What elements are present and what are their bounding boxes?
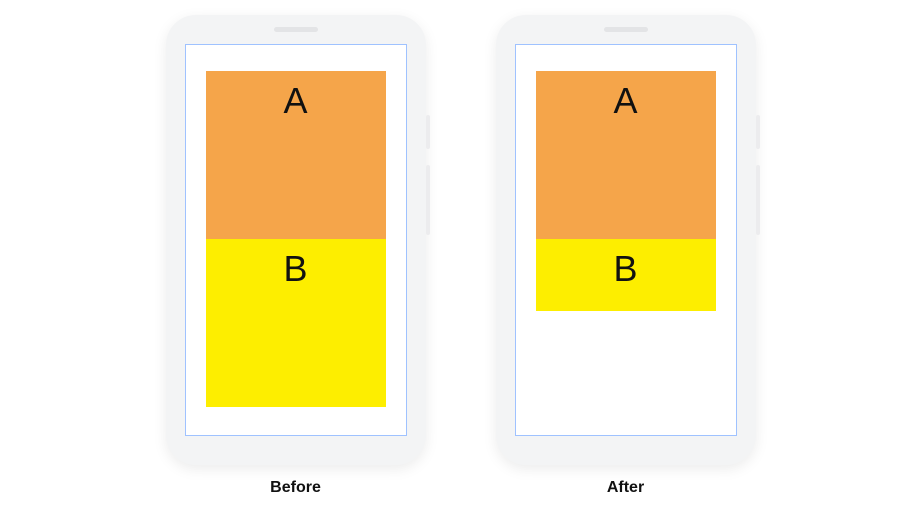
volume-button-icon: [426, 165, 430, 235]
after-group: A B After: [496, 15, 756, 497]
diagram-stage: A B Before A B After: [0, 0, 921, 511]
block-b-after: B: [536, 239, 716, 311]
block-a-after: A: [536, 71, 716, 239]
phone-screen-before: A B: [185, 44, 407, 436]
phone-screen-after: A B: [515, 44, 737, 436]
power-button-icon: [426, 115, 430, 149]
block-a-before: A: [206, 71, 386, 239]
caption-after: After: [607, 479, 644, 497]
block-b-before: B: [206, 239, 386, 407]
volume-button-icon: [756, 165, 760, 235]
power-button-icon: [756, 115, 760, 149]
phone-mockup-after: A B: [496, 15, 756, 465]
phone-mockup-before: A B: [166, 15, 426, 465]
caption-before: Before: [270, 479, 321, 497]
before-group: A B Before: [166, 15, 426, 497]
